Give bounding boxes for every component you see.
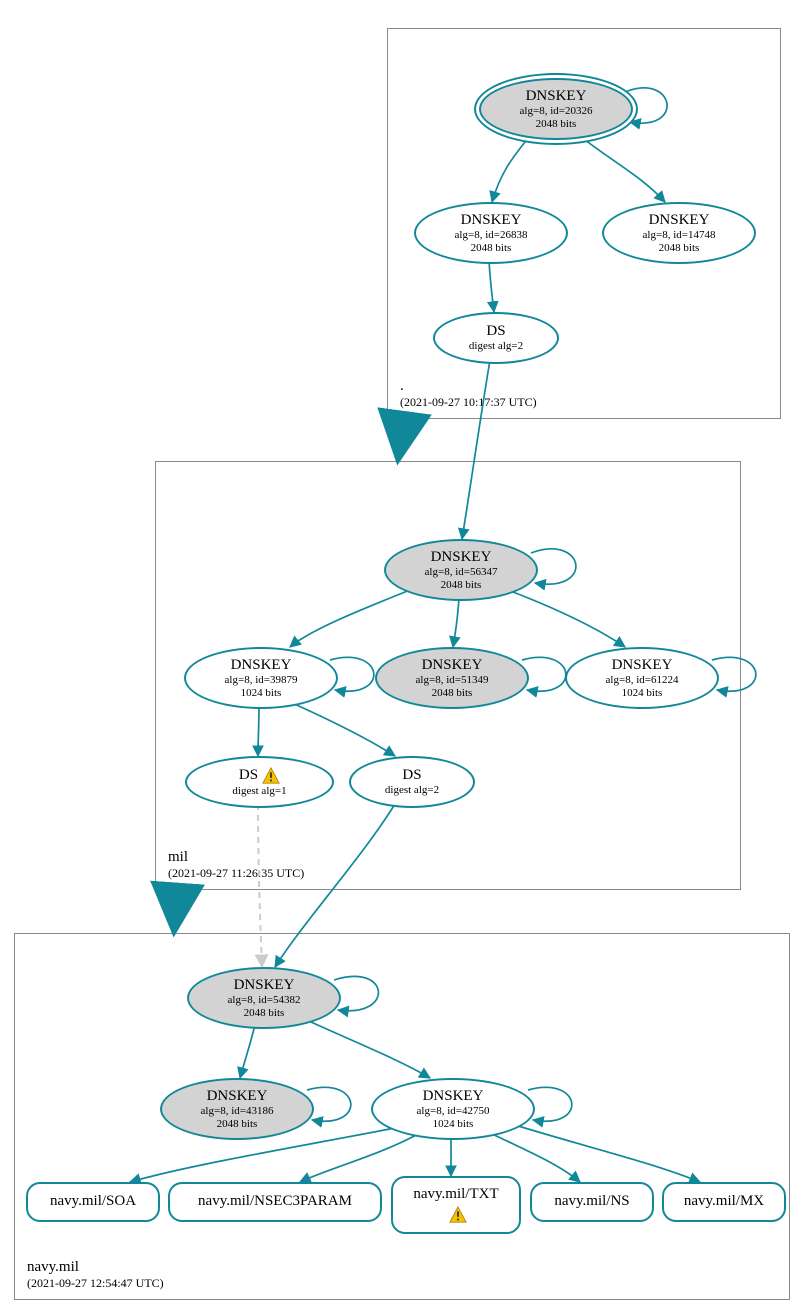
node-line2: digest alg=1: [232, 785, 286, 798]
dnskey-root-zsk2: DNSKEY alg=8, id=14748 2048 bits: [602, 202, 756, 264]
ds-mil-1: DS digest alg=1: [185, 756, 334, 808]
node-line3: 2048 bits: [441, 579, 482, 592]
node-title: DS: [486, 323, 505, 340]
node-title: navy.mil/MX: [684, 1193, 764, 1210]
node-title: navy.mil/NS: [554, 1193, 629, 1210]
node-line2: alg=8, id=54382: [228, 994, 301, 1007]
node-line2: digest alg=2: [385, 784, 439, 797]
node-title: DNSKEY: [649, 212, 710, 229]
rr-soa: navy.mil/SOA: [26, 1182, 160, 1222]
zone-mil-label: mil (2021-09-27 11:26:35 UTC): [168, 849, 304, 881]
dnskey-navy-ksk: DNSKEY alg=8, id=54382 2048 bits: [187, 967, 341, 1029]
warning-icon: [262, 767, 280, 785]
node-line3: 2048 bits: [659, 242, 700, 255]
zone-timestamp: (2021-09-27 12:54:47 UTC): [27, 1276, 164, 1291]
node-line3: 1024 bits: [622, 687, 663, 700]
node-line3: 2048 bits: [536, 118, 577, 131]
warning-icon: [449, 1206, 467, 1224]
zone-timestamp: (2021-09-27 10:17:37 UTC): [400, 395, 537, 410]
node-line2: alg=8, id=26838: [455, 229, 528, 242]
node-line2: alg=8, id=20326: [520, 105, 593, 118]
node-title: DS: [402, 767, 421, 784]
node-title: DNSKEY: [612, 657, 673, 674]
zone-name: mil: [168, 849, 304, 866]
node-title: navy.mil/SOA: [50, 1193, 136, 1210]
dnskey-root-zsk1: DNSKEY alg=8, id=26838 2048 bits: [414, 202, 568, 264]
node-line3: 2048 bits: [432, 687, 473, 700]
node-title: DNSKEY: [431, 549, 492, 566]
dnskey-mil-ksk: DNSKEY alg=8, id=56347 2048 bits: [384, 539, 538, 601]
node-line2: alg=8, id=56347: [425, 566, 498, 579]
dnskey-mil-k3: DNSKEY alg=8, id=61224 1024 bits: [565, 647, 719, 709]
node-title: DNSKEY: [526, 88, 587, 105]
node-title: DNSKEY: [422, 657, 483, 674]
rr-nsec3param: navy.mil/NSEC3PARAM: [168, 1182, 382, 1222]
dnskey-navy-k1: DNSKEY alg=8, id=43186 2048 bits: [160, 1078, 314, 1140]
zone-name: .: [400, 378, 537, 395]
node-line3: 1024 bits: [433, 1118, 474, 1131]
node-line2: alg=8, id=42750: [417, 1105, 490, 1118]
node-title: DS: [239, 767, 258, 784]
node-title: navy.mil/TXT: [413, 1186, 498, 1203]
dnskey-root-ksk: DNSKEY alg=8, id=20326 2048 bits: [479, 78, 633, 140]
zone-navy-label: navy.mil (2021-09-27 12:54:47 UTC): [27, 1259, 164, 1291]
zone-root-label: . (2021-09-27 10:17:37 UTC): [400, 378, 537, 410]
node-line2: alg=8, id=14748: [643, 229, 716, 242]
node-line2: alg=8, id=43186: [201, 1105, 274, 1118]
ds-mil-2: DS digest alg=2: [349, 756, 475, 808]
zone-timestamp: (2021-09-27 11:26:35 UTC): [168, 866, 304, 881]
rr-txt: navy.mil/TXT: [391, 1176, 521, 1234]
rr-ns: navy.mil/NS: [530, 1182, 654, 1222]
node-line2: alg=8, id=61224: [606, 674, 679, 687]
node-title: DNSKEY: [234, 977, 295, 994]
rr-mx: navy.mil/MX: [662, 1182, 786, 1222]
node-line3: 2048 bits: [471, 242, 512, 255]
node-line3: 2048 bits: [244, 1007, 285, 1020]
ds-root: DS digest alg=2: [433, 312, 559, 364]
node-title: navy.mil/NSEC3PARAM: [198, 1193, 352, 1210]
node-line3: 1024 bits: [241, 687, 282, 700]
zone-name: navy.mil: [27, 1259, 164, 1276]
node-title: DNSKEY: [231, 657, 292, 674]
node-title: DNSKEY: [423, 1088, 484, 1105]
node-line2: digest alg=2: [469, 340, 523, 353]
dnskey-mil-k2: DNSKEY alg=8, id=51349 2048 bits: [375, 647, 529, 709]
node-title: DNSKEY: [461, 212, 522, 229]
dnskey-navy-k2: DNSKEY alg=8, id=42750 1024 bits: [371, 1078, 535, 1140]
node-line3: 2048 bits: [217, 1118, 258, 1131]
dnskey-mil-k1: DNSKEY alg=8, id=39879 1024 bits: [184, 647, 338, 709]
node-line2: alg=8, id=51349: [416, 674, 489, 687]
node-title: DNSKEY: [207, 1088, 268, 1105]
node-line2: alg=8, id=39879: [225, 674, 298, 687]
